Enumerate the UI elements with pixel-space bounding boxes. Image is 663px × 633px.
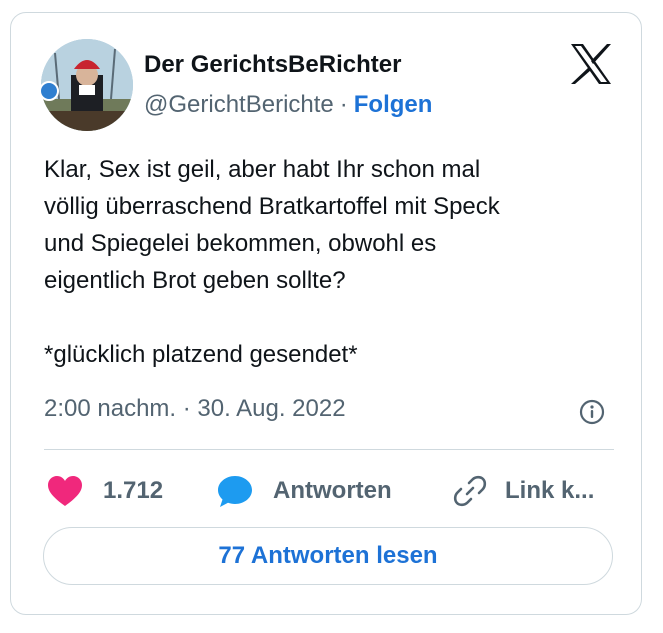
like-button[interactable]: 1.712: [47, 471, 163, 511]
follow-button[interactable]: Folgen: [354, 91, 433, 118]
speech-bubble-icon: [218, 476, 252, 507]
tweet-text-line: eigentlich Brot geben sollte?: [44, 267, 346, 294]
reply-button[interactable]: Antworten: [217, 471, 392, 511]
x-logo-icon[interactable]: [569, 43, 613, 85]
verified-badge-icon: [39, 81, 59, 101]
read-replies-button[interactable]: 77 Antworten lesen: [43, 527, 613, 585]
link-icon: [453, 475, 487, 507]
tweet-text-footer: *glücklich platzend gesendet*: [44, 341, 358, 368]
info-icon[interactable]: [579, 399, 605, 425]
link-label: Link k...: [505, 477, 595, 504]
text-gap: [44, 299, 624, 336]
tweet-text-line: und Spiegelei bekommen, obwohl es: [44, 230, 437, 257]
tweet-text-line: Klar, Sex ist geil, aber habt Ihr schon …: [44, 156, 481, 183]
reply-label: Antworten: [273, 477, 392, 504]
tweet-timestamp[interactable]: 2:00 nachm. · 30. Aug. 2022: [44, 395, 346, 423]
author-name[interactable]: Der GerichtsBeRichter: [144, 51, 401, 79]
tweet-text: Klar, Sex ist geil, aber habt Ihr schon …: [44, 151, 624, 373]
separator-dot: ·: [339, 91, 348, 118]
like-count: 1.712: [103, 477, 164, 504]
copy-link-button[interactable]: Link k...: [453, 471, 594, 511]
author-handle[interactable]: @GerichtBerichte: [144, 91, 334, 118]
tweet-text-line: völlig überraschend Bratkartoffel mit Sp…: [44, 193, 500, 220]
handle-row: @GerichtBerichte · Folgen: [144, 91, 432, 119]
heart-icon: [48, 476, 82, 506]
tweet-card: Der GerichtsBeRichter @GerichtBerichte · F…: [10, 12, 642, 615]
divider: [44, 449, 614, 450]
